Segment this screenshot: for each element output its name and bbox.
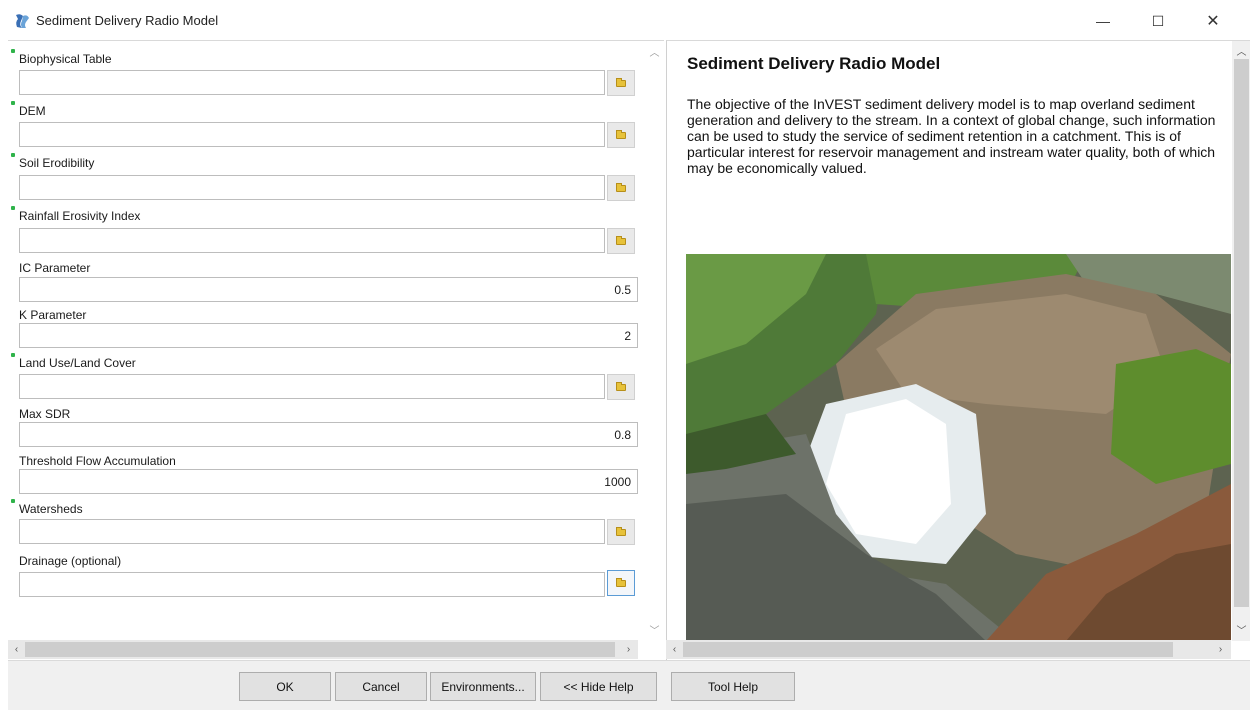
- waterfall-photo: [686, 254, 1231, 641]
- cancel-button[interactable]: Cancel: [335, 672, 427, 701]
- browse-button-dem[interactable]: [607, 122, 635, 148]
- k-parameter-input[interactable]: [19, 323, 638, 348]
- browse-button-rainfall-erosivity-index[interactable]: [607, 228, 635, 254]
- folder-open-icon: [616, 381, 626, 391]
- field-label-rainfall-erosivity-index: Rainfall Erosivity Index: [19, 209, 141, 223]
- browse-button-soil-erodibility[interactable]: [607, 175, 635, 201]
- field-label-max-sdr: Max SDR: [19, 407, 71, 421]
- tool-help-button[interactable]: Tool Help: [671, 672, 795, 701]
- soil-erodibility-input[interactable]: [19, 175, 605, 200]
- form-horizontal-scrollbar[interactable]: ‹ ›: [8, 640, 638, 659]
- maximize-button[interactable]: ☐: [1140, 8, 1176, 34]
- field-label-biophysical-table: Biophysical Table: [19, 52, 112, 66]
- rainfall-erosivity-index-input[interactable]: [19, 228, 605, 253]
- required-marker: [11, 101, 15, 105]
- watersheds-input[interactable]: [19, 519, 605, 544]
- scroll-left-arrow-icon[interactable]: ‹: [8, 641, 25, 658]
- field-label-watersheds: Watersheds: [19, 502, 83, 516]
- help-vertical-scrollbar[interactable]: ︿ ﹀: [1232, 41, 1250, 641]
- help-horizontal-scrollbar[interactable]: ‹ ›: [666, 640, 1231, 659]
- folder-open-icon: [616, 526, 626, 536]
- title-bar: Sediment Delivery Radio Model — ☐ ✕: [0, 0, 1250, 40]
- max-sdr-input[interactable]: [19, 422, 638, 447]
- browse-button-watersheds[interactable]: [607, 519, 635, 545]
- required-marker: [11, 353, 15, 357]
- form-horizontal-scroll-thumb[interactable]: [25, 642, 615, 657]
- scroll-up-arrow-icon[interactable]: ︿: [646, 43, 663, 60]
- environments-button[interactable]: Environments...: [430, 672, 536, 701]
- help-description: The objective of the InVEST sediment del…: [687, 96, 1216, 176]
- land-use-land-cover-input[interactable]: [19, 374, 605, 399]
- required-marker: [11, 499, 15, 503]
- help-panel: Sediment Delivery Radio Model The object…: [666, 40, 1250, 660]
- help-horizontal-scroll-thumb[interactable]: [683, 642, 1173, 657]
- field-label-k-parameter: K Parameter: [19, 308, 87, 322]
- ok-button[interactable]: OK: [239, 672, 331, 701]
- required-marker: [11, 49, 15, 53]
- help-vertical-scroll-thumb[interactable]: [1234, 59, 1249, 607]
- field-label-dem: DEM: [19, 104, 46, 118]
- field-label-ic-parameter: IC Parameter: [19, 261, 91, 275]
- folder-open-icon: [616, 182, 626, 192]
- browse-button-biophysical-table[interactable]: [607, 70, 635, 96]
- drainage-input[interactable]: [19, 572, 605, 597]
- threshold-flow-accumulation-input[interactable]: [19, 469, 638, 494]
- scroll-up-arrow-icon[interactable]: ︿: [1233, 42, 1250, 59]
- parameters-panel: Biophysical Table DEM Soil Erodibility R…: [8, 40, 664, 660]
- browse-button-drainage[interactable]: [607, 570, 635, 596]
- scroll-right-arrow-icon[interactable]: ›: [1212, 641, 1229, 658]
- scroll-left-arrow-icon[interactable]: ‹: [666, 641, 683, 658]
- required-marker: [11, 153, 15, 157]
- field-label-drainage: Drainage (optional): [19, 554, 122, 568]
- field-label-soil-erodibility: Soil Erodibility: [19, 156, 95, 170]
- minimize-button[interactable]: —: [1085, 8, 1121, 34]
- field-label-threshold-flow-accumulation: Threshold Flow Accumulation: [19, 454, 176, 468]
- hide-help-button[interactable]: << Hide Help: [540, 672, 657, 701]
- form-vertical-scrollbar[interactable]: ︿ ﹀: [645, 41, 664, 641]
- close-button[interactable]: ✕: [1195, 8, 1231, 34]
- window-title: Sediment Delivery Radio Model: [36, 13, 219, 28]
- required-marker: [11, 206, 15, 210]
- folder-open-icon: [616, 77, 626, 87]
- folder-open-icon: [616, 577, 626, 587]
- dem-input[interactable]: [19, 122, 605, 147]
- folder-open-icon: [616, 235, 626, 245]
- field-label-land-use-land-cover: Land Use/Land Cover: [19, 356, 136, 370]
- scroll-right-arrow-icon[interactable]: ›: [620, 641, 637, 658]
- folder-open-icon: [616, 129, 626, 139]
- help-title: Sediment Delivery Radio Model: [687, 54, 941, 73]
- dialog-button-bar: OK Cancel Environments... << Hide Help T…: [8, 660, 1250, 710]
- scroll-down-arrow-icon[interactable]: ﹀: [646, 621, 663, 638]
- arcgis-tool-icon: [16, 14, 29, 28]
- browse-button-land-use-land-cover[interactable]: [607, 374, 635, 400]
- scroll-down-arrow-icon[interactable]: ﹀: [1233, 621, 1250, 638]
- biophysical-table-input[interactable]: [19, 70, 605, 95]
- ic-parameter-input[interactable]: [19, 277, 638, 302]
